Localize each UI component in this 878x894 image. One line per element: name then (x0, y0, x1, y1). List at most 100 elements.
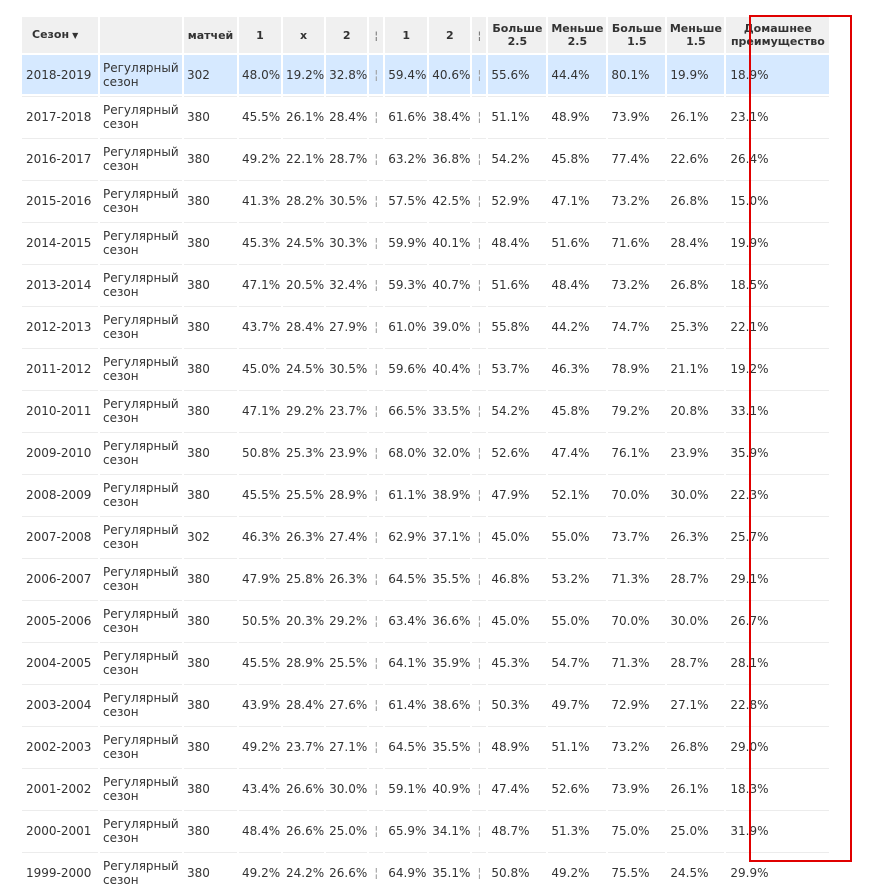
home-win-cell: 49.2% (239, 138, 281, 180)
table-row[interactable]: 2000-2001 Регулярный сезон 380 48.4% 26.6% 25… (22, 810, 830, 852)
table-row[interactable]: 2005-2006 Регулярный сезон 380 50.5% 20.3% 29… (22, 600, 830, 642)
under-2-5-cell: 48.4% (548, 264, 607, 306)
away-win-column-header[interactable]: 2 (326, 17, 368, 55)
home-win-cell: 47.9% (239, 558, 281, 600)
over-2-5-cell: 48.7% (488, 810, 547, 852)
matches-cell: 380 (184, 558, 237, 600)
separator-cell: ¦ (472, 600, 487, 642)
separator-cell: ¦ (369, 96, 384, 138)
no-draw-home-cell: 62.9% (385, 516, 428, 558)
home-advantage-cell: 31.9% (726, 810, 830, 852)
season-cell: 2017-2018 (22, 96, 98, 138)
no-draw-home-column-header[interactable]: 1 (385, 17, 428, 55)
season-column-header[interactable]: Сезон ▼ (22, 17, 98, 55)
home-win-cell: 45.5% (239, 642, 281, 684)
season-cell: 2012-2013 (22, 306, 98, 348)
table-row[interactable]: 2010-2011 Регулярный сезон 380 47.1% 29.2% 23… (22, 390, 830, 432)
separator-cell: ¦ (472, 348, 487, 390)
table-row[interactable]: 1999-2000 Регулярный сезон 380 49.2% 24.2% 26… (22, 852, 830, 894)
season-cell: 2003-2004 (22, 684, 98, 726)
season-cell: 2010-2011 (22, 390, 98, 432)
under-2-5-cell: 48.9% (548, 96, 607, 138)
no-draw-home-cell: 59.9% (385, 222, 428, 264)
under-2-5-column-header[interactable]: Меньше 2.5 (548, 17, 607, 55)
table-row[interactable]: 2018-2019 Регулярный сезон 302 48.0% 19.2% 32… (22, 55, 830, 96)
over-2-5-column-header[interactable]: Больше 2.5 (488, 17, 547, 55)
under-2-5-cell: 44.2% (548, 306, 607, 348)
table-row[interactable]: 2004-2005 Регулярный сезон 380 45.5% 28.9% 25… (22, 642, 830, 684)
no-draw-away-cell: 38.6% (429, 684, 471, 726)
home-win-column-header[interactable]: 1 (239, 17, 281, 55)
table-row[interactable]: 2017-2018 Регулярный сезон 380 45.5% 26.1% 28… (22, 96, 830, 138)
under-2-5-cell: 51.6% (548, 222, 607, 264)
separator-cell: ¦ (369, 852, 384, 894)
separator-header: ¦ (369, 17, 384, 55)
no-draw-away-cell: 36.6% (429, 600, 471, 642)
matches-cell: 380 (184, 600, 237, 642)
table-row[interactable]: 2016-2017 Регулярный сезон 380 49.2% 22.1% 28… (22, 138, 830, 180)
home-advantage-cell: 28.1% (726, 642, 830, 684)
draw-column-header[interactable]: x (283, 17, 325, 55)
separator-header: ¦ (472, 17, 487, 55)
over-1-5-cell: 73.2% (608, 264, 666, 306)
competition-type-cell: Регулярный сезон (100, 474, 182, 516)
season-cell: 2005-2006 (22, 600, 98, 642)
no-draw-away-column-header[interactable]: 2 (429, 17, 471, 55)
no-draw-home-cell: 61.0% (385, 306, 428, 348)
table-row[interactable]: 2009-2010 Регулярный сезон 380 50.8% 25.3% 23… (22, 432, 830, 474)
home-advantage-cell: 22.1% (726, 306, 830, 348)
under-1-5-cell: 21.1% (667, 348, 725, 390)
over-1-5-cell: 71.3% (608, 642, 666, 684)
home-advantage-cell: 23.1% (726, 96, 830, 138)
no-draw-away-cell: 35.5% (429, 726, 471, 768)
sort-arrow-icon[interactable]: ▼ (72, 31, 78, 40)
table-row[interactable]: 2015-2016 Регулярный сезон 380 41.3% 28.2% 30… (22, 180, 830, 222)
no-draw-away-cell: 33.5% (429, 390, 471, 432)
under-2-5-cell: 52.6% (548, 768, 607, 810)
over-2-5-cell: 48.4% (488, 222, 547, 264)
over-2-5-cell: 51.1% (488, 96, 547, 138)
no-draw-home-cell: 65.9% (385, 810, 428, 852)
season-cell: 2008-2009 (22, 474, 98, 516)
matches-column-header[interactable]: матчей (184, 17, 237, 55)
table-row[interactable]: 2014-2015 Регулярный сезон 380 45.3% 24.5% 30… (22, 222, 830, 264)
home-advantage-column-header[interactable]: Домашнее преимущество (726, 17, 830, 55)
over-1-5-column-header[interactable]: Больше 1.5 (608, 17, 666, 55)
under-1-5-cell: 28.7% (667, 642, 725, 684)
over-2-5-cell: 50.3% (488, 684, 547, 726)
separator-cell: ¦ (369, 558, 384, 600)
table-row[interactable]: 2007-2008 Регулярный сезон 302 46.3% 26.3% 27… (22, 516, 830, 558)
separator-cell: ¦ (472, 432, 487, 474)
season-cell: 2009-2010 (22, 432, 98, 474)
table-row[interactable]: 2006-2007 Регулярный сезон 380 47.9% 25.8% 26… (22, 558, 830, 600)
home-win-cell: 49.2% (239, 852, 281, 894)
table-row[interactable]: 2012-2013 Регулярный сезон 380 43.7% 28.4% 27… (22, 306, 830, 348)
table-row[interactable]: 2011-2012 Регулярный сезон 380 45.0% 24.5% 30… (22, 348, 830, 390)
table-row[interactable]: 2002-2003 Регулярный сезон 380 49.2% 23.7% 27… (22, 726, 830, 768)
over-1-5-cell: 70.0% (608, 600, 666, 642)
home-advantage-cell: 22.8% (726, 684, 830, 726)
separator-cell: ¦ (369, 768, 384, 810)
table-row[interactable]: 2003-2004 Регулярный сезон 380 43.9% 28.4% 27… (22, 684, 830, 726)
table-row[interactable]: 2013-2014 Регулярный сезон 380 47.1% 20.5% 32… (22, 264, 830, 306)
no-draw-away-cell: 40.1% (429, 222, 471, 264)
away-win-cell: 29.2% (326, 600, 368, 642)
under-1-5-column-header[interactable]: Меньше 1.5 (667, 17, 725, 55)
separator-cell: ¦ (369, 180, 384, 222)
table-row[interactable]: 2001-2002 Регулярный сезон 380 43.4% 26.6% 30… (22, 768, 830, 810)
competition-type-cell: Регулярный сезон (100, 684, 182, 726)
separator-cell: ¦ (472, 55, 487, 96)
home-advantage-cell: 18.3% (726, 768, 830, 810)
table-row[interactable]: 2008-2009 Регулярный сезон 380 45.5% 25.5% 28… (22, 474, 830, 516)
draw-cell: 20.3% (283, 600, 325, 642)
under-2-5-cell: 49.2% (548, 852, 607, 894)
over-1-5-cell: 76.1% (608, 432, 666, 474)
under-1-5-cell: 30.0% (667, 474, 725, 516)
draw-cell: 23.7% (283, 726, 325, 768)
no-draw-away-cell: 40.9% (429, 768, 471, 810)
separator-cell: ¦ (369, 306, 384, 348)
matches-cell: 380 (184, 726, 237, 768)
season-cell: 2007-2008 (22, 516, 98, 558)
over-2-5-cell: 52.6% (488, 432, 547, 474)
over-2-5-cell: 55.6% (488, 55, 547, 96)
